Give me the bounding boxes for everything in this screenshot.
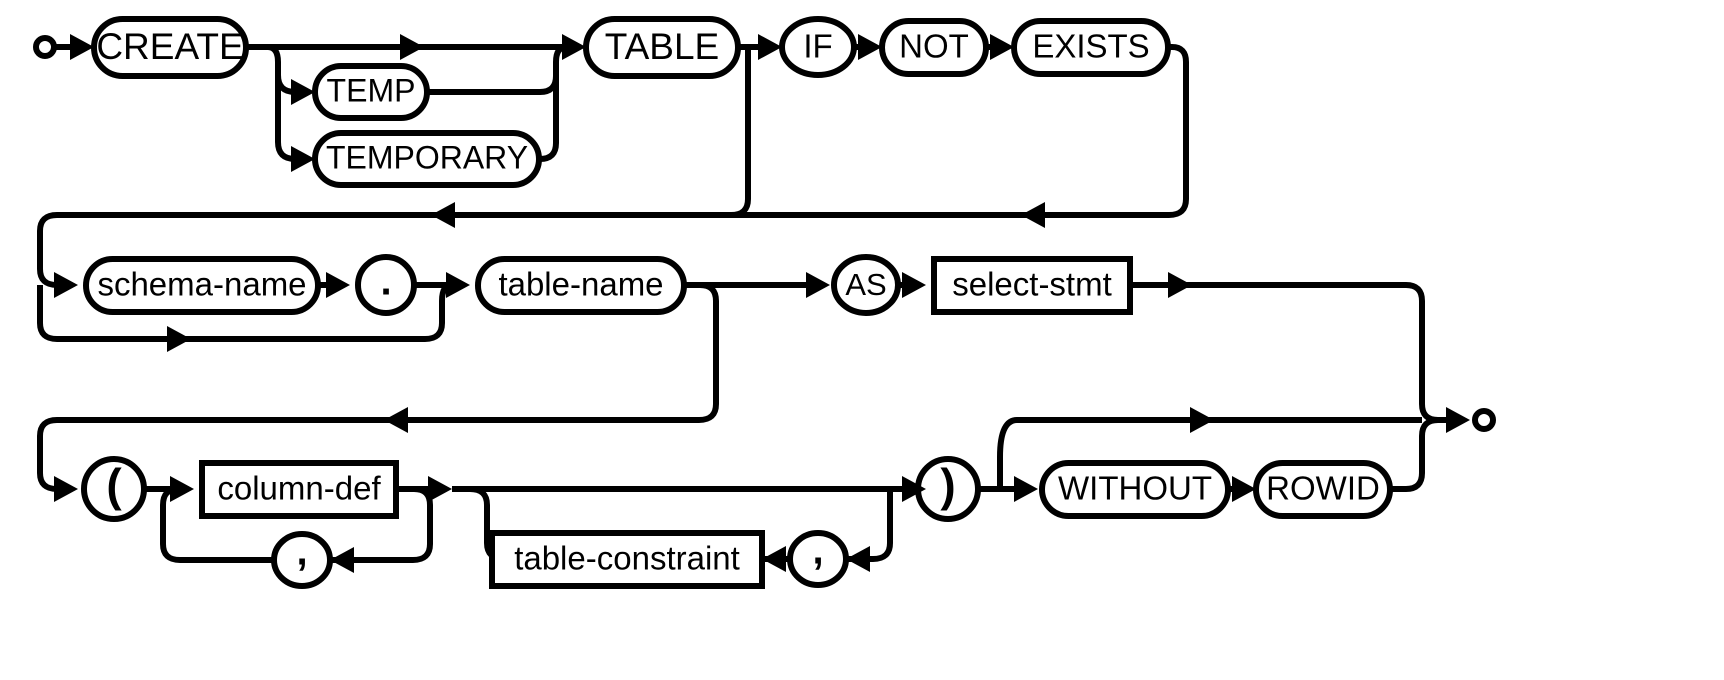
node-table-name[interactable]: table-name xyxy=(475,256,687,315)
arrow-head-icon xyxy=(858,34,882,60)
node-table[interactable]: TABLE xyxy=(583,16,741,79)
node-dot-label: . xyxy=(380,260,391,304)
node-schema-name-label: schema-name xyxy=(97,266,306,303)
rail-table-skip-ifnotexists xyxy=(730,46,752,218)
arrow-head-icon xyxy=(330,547,354,573)
arrow-head-icon xyxy=(400,34,424,60)
end-endpoint-icon xyxy=(1472,408,1496,432)
arrow-head-icon xyxy=(902,272,926,298)
arrow-head-icon xyxy=(846,546,870,572)
arrow-head-icon xyxy=(446,272,470,298)
node-table-name-label: table-name xyxy=(498,266,663,303)
node-without-label: WITHOUT xyxy=(1058,470,1212,507)
arrow-head-icon xyxy=(291,146,315,172)
arrow-head-icon xyxy=(1446,407,1470,433)
node-right-paren-label: ) xyxy=(940,459,955,511)
node-right-paren[interactable]: ) xyxy=(915,456,981,522)
node-as-label: AS xyxy=(845,267,886,302)
node-column-def-label: column-def xyxy=(217,470,381,507)
node-as[interactable]: AS xyxy=(831,254,901,316)
arrow-head-icon xyxy=(384,407,408,433)
node-comma-constraint[interactable]: , xyxy=(787,529,849,588)
arrow-head-icon xyxy=(1168,272,1192,298)
node-column-def[interactable]: column-def xyxy=(199,460,399,519)
arrow-head-icon xyxy=(70,34,94,60)
arrow-head-icon xyxy=(291,79,315,105)
node-dot[interactable]: . xyxy=(355,254,417,316)
start-endpoint-icon xyxy=(33,35,57,59)
node-select-stmt[interactable]: select-stmt xyxy=(931,256,1133,315)
node-if-label: IF xyxy=(803,28,832,65)
rail-rowid-to-output xyxy=(1390,417,1439,492)
arrow-head-icon xyxy=(1014,476,1038,502)
arrow-head-icon xyxy=(167,326,191,352)
node-left-paren-label: ( xyxy=(106,459,122,511)
node-table-label: TABLE xyxy=(605,26,719,67)
node-comma-constraint-label: , xyxy=(812,529,823,573)
railroad-diagram-canvas: CREATE TEMP TEMPORARY TABLE IF NOT EXIST… xyxy=(0,0,1724,680)
node-create-label: CREATE xyxy=(96,26,243,67)
node-temp[interactable]: TEMP xyxy=(312,63,430,121)
node-table-constraint-label: table-constraint xyxy=(514,540,740,577)
create-table-stmt-railroad-svg: CREATE TEMP TEMPORARY TABLE IF NOT EXIST… xyxy=(33,16,1496,589)
arrow-head-icon xyxy=(326,272,350,298)
node-exists[interactable]: EXISTS xyxy=(1011,18,1171,77)
node-left-paren[interactable]: ( xyxy=(81,456,147,522)
arrow-head-icon xyxy=(762,546,786,572)
arrow-head-icon xyxy=(54,476,78,502)
arrow-head-icon xyxy=(758,34,782,60)
node-exists-label: EXISTS xyxy=(1032,28,1149,65)
arrow-head-icon xyxy=(54,272,78,298)
node-temporary-label: TEMPORARY xyxy=(326,139,528,175)
arrow-head-icon xyxy=(806,272,830,298)
arrow-head-icon xyxy=(1021,202,1045,228)
arrow-head-icon xyxy=(562,34,586,60)
arrow-head-icon xyxy=(431,202,455,228)
node-table-constraint[interactable]: table-constraint xyxy=(489,530,765,589)
node-not-label: NOT xyxy=(899,28,969,65)
rail-selectstmt-to-output xyxy=(1130,282,1439,423)
arrow-head-icon xyxy=(990,34,1014,60)
rail-tablename-drop-to-row3 xyxy=(698,282,719,423)
node-schema-name[interactable]: schema-name xyxy=(83,256,321,315)
node-rowid-label: ROWID xyxy=(1266,470,1380,507)
node-comma-column-label: , xyxy=(296,530,307,574)
node-without[interactable]: WITHOUT xyxy=(1039,460,1231,519)
rail-temp-merge xyxy=(427,44,567,95)
arrow-head-icon xyxy=(1232,476,1256,502)
node-temp-label: TEMP xyxy=(327,72,416,108)
node-select-stmt-label: select-stmt xyxy=(952,266,1112,303)
node-if[interactable]: IF xyxy=(779,16,857,78)
node-create[interactable]: CREATE xyxy=(91,16,249,79)
node-rowid[interactable]: ROWID xyxy=(1253,460,1393,519)
node-not[interactable]: NOT xyxy=(879,18,989,77)
node-comma-column[interactable]: , xyxy=(271,530,333,589)
arrow-head-icon xyxy=(1190,407,1214,433)
node-temporary[interactable]: TEMPORARY xyxy=(312,130,542,188)
